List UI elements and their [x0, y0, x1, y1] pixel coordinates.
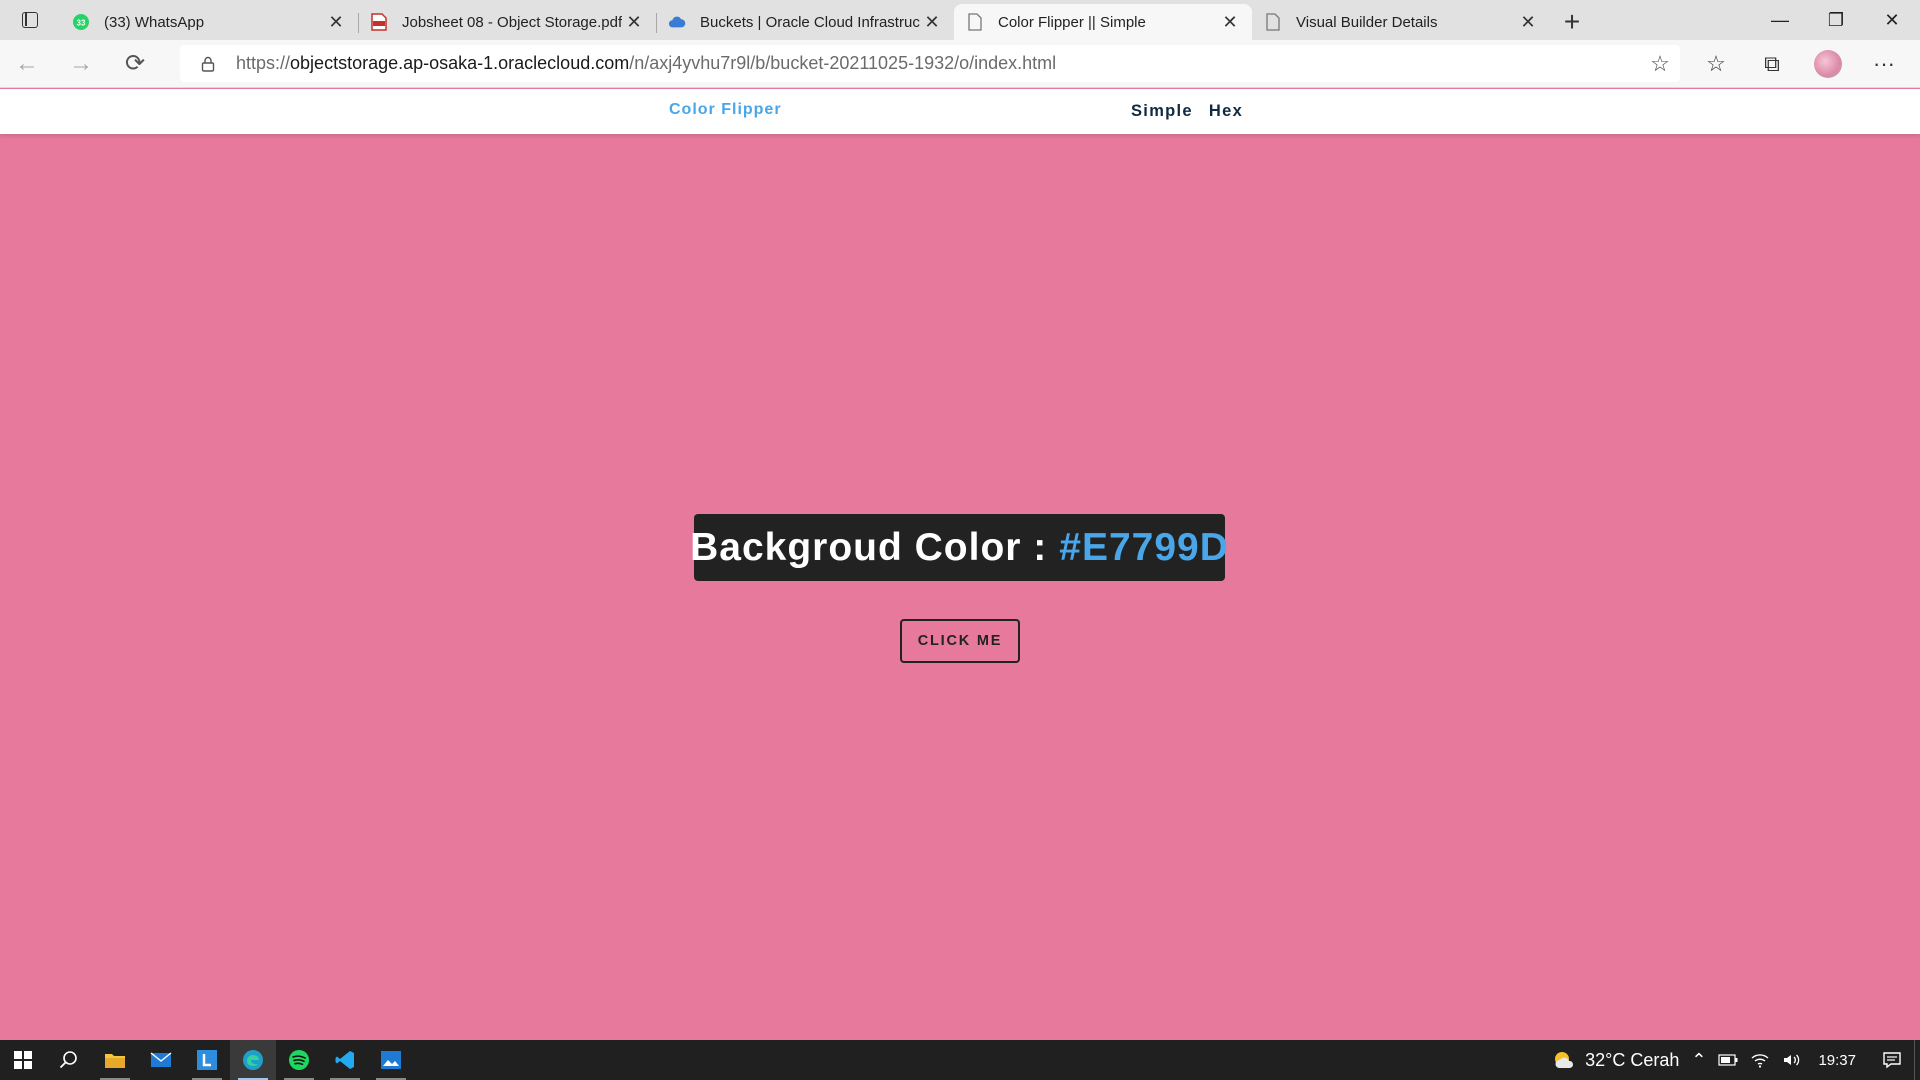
reload-button[interactable]: ⟳: [108, 44, 162, 84]
page-icon: [1264, 13, 1282, 31]
whatsapp-badge: 33: [77, 19, 86, 28]
tab-actions-button[interactable]: [0, 0, 60, 40]
restore-icon[interactable]: ❐: [1808, 0, 1864, 40]
photos-button[interactable]: [368, 1040, 414, 1080]
edge-icon: [243, 1050, 263, 1070]
tab-title: (33) WhatsApp: [104, 13, 205, 31]
forward-button[interactable]: →: [54, 44, 108, 84]
site-navbar: Color Flipper Simple Hex: [0, 89, 1920, 134]
browser-toolbar: ← → ⟳ https://objectstorage.ap-osaka-1.o…: [0, 40, 1920, 88]
close-window-icon[interactable]: ✕: [1864, 0, 1920, 40]
collections-icon[interactable]: ⧉: [1744, 44, 1800, 84]
window-controls: — ❐ ✕: [1752, 0, 1920, 40]
tab-title: Color Flipper || Simple: [998, 13, 1146, 31]
tab-title: Buckets | Oracle Cloud Infrastruc: [700, 13, 920, 31]
weather-text: 32°C Cerah: [1585, 1049, 1680, 1070]
edge-button[interactable]: [230, 1040, 276, 1080]
volume-icon[interactable]: [1776, 1052, 1808, 1068]
back-button[interactable]: ←: [0, 44, 54, 84]
url-text: https://objectstorage.ap-osaka-1.oraclec…: [236, 53, 1057, 73]
tab-actions-icon: [22, 12, 38, 28]
wifi-icon[interactable]: [1744, 1052, 1776, 1068]
tab-whatsapp[interactable]: 33 (33) WhatsApp ✕: [60, 4, 358, 40]
close-icon[interactable]: ✕: [622, 10, 646, 34]
clock[interactable]: 19:37: [1808, 1052, 1870, 1069]
mail-button[interactable]: [138, 1040, 184, 1080]
minimize-icon[interactable]: —: [1752, 0, 1808, 40]
tab-strip: 33 (33) WhatsApp ✕ Jobsheet 08 - Object …: [0, 0, 1920, 40]
nav-link-simple[interactable]: Simple: [1131, 102, 1193, 121]
brand-logo[interactable]: Color Flipper: [669, 101, 782, 119]
l-app-button[interactable]: [184, 1040, 230, 1080]
color-value: #E7799D: [1059, 525, 1229, 569]
tab-oracle-buckets[interactable]: Buckets | Oracle Cloud Infrastruc ✕: [656, 4, 954, 40]
nav-links: Simple Hex: [1131, 102, 1243, 121]
spotify-button[interactable]: [276, 1040, 322, 1080]
color-label: Backgroud Color :: [690, 525, 1048, 569]
more-icon[interactable]: ···: [1856, 44, 1912, 84]
tab-jobsheet-pdf[interactable]: Jobsheet 08 - Object Storage.pdf ✕: [358, 4, 656, 40]
mail-icon: [150, 1052, 172, 1067]
tab-title: Visual Builder Details: [1296, 13, 1438, 31]
folder-icon: [105, 1054, 125, 1068]
show-desktop-button[interactable]: [1914, 1040, 1920, 1080]
weather-widget[interactable]: 32°C Cerah: [1545, 1049, 1685, 1071]
favorites-icon[interactable]: ☆: [1688, 44, 1744, 84]
pdf-icon: [370, 13, 388, 31]
vscode-icon: [335, 1051, 354, 1069]
close-icon[interactable]: ✕: [920, 10, 944, 34]
profile-button[interactable]: [1800, 44, 1856, 84]
notification-icon[interactable]: [1870, 1040, 1914, 1080]
system-tray: 32°C Cerah ⌃ 19:37: [1545, 1040, 1920, 1080]
browser-right-tools: ☆ ⧉ ···: [1688, 44, 1912, 84]
new-tab-button[interactable]: +: [1550, 4, 1594, 40]
search-button[interactable]: [46, 1040, 92, 1080]
l-app-icon: [197, 1050, 217, 1070]
tab-color-flipper[interactable]: Color Flipper || Simple ✕: [954, 4, 1252, 40]
cloud-icon: [668, 13, 686, 31]
file-explorer-button[interactable]: [92, 1040, 138, 1080]
chevron-up-icon[interactable]: ⌃: [1685, 1050, 1712, 1071]
avatar: [1814, 50, 1842, 78]
battery-icon[interactable]: [1712, 1054, 1744, 1066]
tab-visual-builder[interactable]: Visual Builder Details ✕: [1252, 4, 1550, 40]
weather-icon: [1555, 1052, 1574, 1068]
nav-link-hex[interactable]: Hex: [1209, 102, 1243, 121]
taskbar: 32°C Cerah ⌃ 19:37: [0, 1040, 1920, 1080]
add-favorite-icon[interactable]: ☆: [1640, 45, 1680, 82]
close-icon[interactable]: ✕: [1218, 10, 1242, 34]
windows-icon: [14, 1051, 32, 1069]
close-icon[interactable]: ✕: [324, 10, 348, 34]
address-bar[interactable]: https://objectstorage.ap-osaka-1.oraclec…: [180, 45, 1680, 82]
spotify-icon: [289, 1050, 309, 1070]
vscode-button[interactable]: [322, 1040, 368, 1080]
close-icon[interactable]: ✕: [1516, 10, 1540, 34]
click-me-button[interactable]: click me: [900, 619, 1020, 663]
page-icon: [966, 13, 984, 31]
search-icon: [59, 1051, 77, 1069]
whatsapp-icon: 33: [72, 13, 90, 31]
lock-icon[interactable]: [180, 56, 236, 72]
tab-title: Jobsheet 08 - Object Storage.pdf: [402, 13, 622, 31]
photos-icon: [381, 1051, 401, 1069]
start-button[interactable]: [0, 1040, 46, 1080]
color-display: Backgroud Color : #E7799D: [690, 514, 1228, 581]
